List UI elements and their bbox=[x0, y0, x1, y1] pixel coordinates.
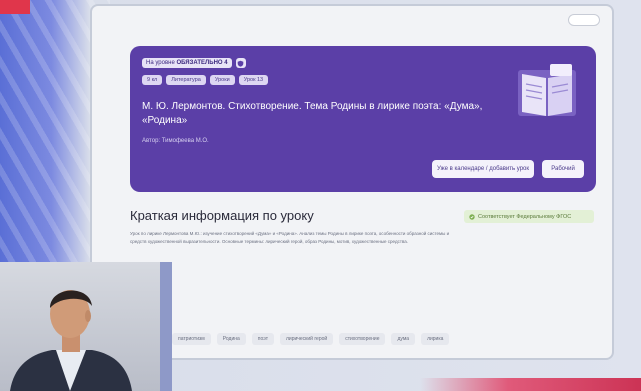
level-tag-prefix: На уровне bbox=[146, 60, 175, 66]
add-to-calendar-button[interactable]: Уже в календаре / добавить урок bbox=[432, 160, 534, 178]
info-description: Урок по лирике Лермонтова М.Ю.: изучение… bbox=[130, 231, 450, 244]
hero-tag-row: На уровне ОБЯЗАТЕЛЬНО 4 bbox=[142, 58, 246, 68]
fgos-badge: Соответствует Федеральному ФГОС bbox=[464, 210, 594, 223]
keyword-tag[interactable]: патриотизм bbox=[172, 333, 211, 345]
journal-button[interactable]: Рабочий bbox=[542, 160, 584, 178]
open-book-icon bbox=[518, 64, 576, 116]
red-edge-decoration bbox=[420, 378, 641, 391]
presenter-figure bbox=[10, 290, 132, 391]
lesson-author: Автор: Тимофеева М.О. bbox=[142, 138, 209, 144]
chip-subject[interactable]: Литература bbox=[166, 75, 206, 85]
chip-section[interactable]: Уроки bbox=[209, 75, 235, 85]
level-tag-grade: ОБЯЗАТЕЛЬНО 4 bbox=[176, 60, 228, 66]
fgos-badge-label: Соответствует Федеральному ФГОС bbox=[478, 213, 572, 220]
red-corner-decoration bbox=[0, 0, 30, 14]
hero-chips: 9 кл Литература Уроки Урок 13 bbox=[142, 75, 269, 85]
lesson-title: М. Ю. Лермонтов. Стихотворение. Тема Род… bbox=[142, 101, 483, 126]
keyword-tag[interactable]: лирика bbox=[421, 333, 450, 345]
presenter-video-overlay bbox=[0, 262, 172, 391]
keyword-tag[interactable]: стихотворение bbox=[339, 333, 386, 345]
keywords-row: патриотизм Родина поэт лирический герой … bbox=[172, 333, 450, 345]
keyword-tag[interactable]: лирический герой bbox=[280, 333, 334, 345]
shield-icon[interactable] bbox=[235, 58, 246, 68]
lesson-hero-card: На уровне ОБЯЗАТЕЛЬНО 4 9 кл Литература … bbox=[130, 46, 596, 192]
level-tag: На уровне ОБЯЗАТЕЛЬНО 4 bbox=[142, 58, 232, 68]
keyword-tag[interactable]: дума bbox=[391, 333, 416, 345]
chip-grade[interactable]: 9 кл bbox=[142, 75, 163, 85]
chip-lesson[interactable]: Урок 13 bbox=[238, 75, 269, 85]
keyword-tag[interactable]: Родина bbox=[216, 333, 246, 345]
keyword-tag[interactable]: поэт bbox=[251, 333, 275, 345]
presenter-frame-edge bbox=[160, 262, 172, 391]
top-toggle[interactable] bbox=[568, 14, 600, 26]
check-icon bbox=[469, 213, 475, 220]
info-section-title: Краткая информация по уроку bbox=[130, 208, 314, 223]
